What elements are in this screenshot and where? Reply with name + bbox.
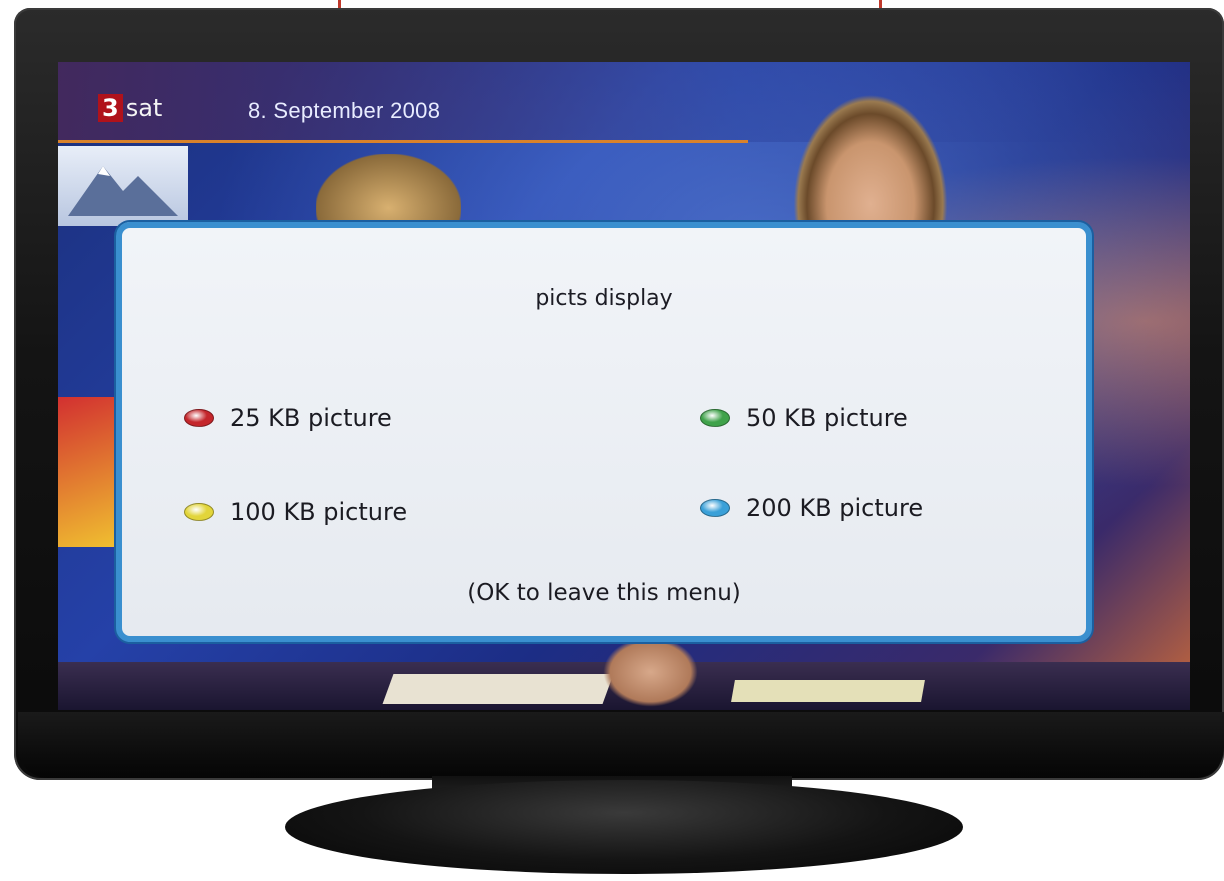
background-mountain-logo: [58, 146, 188, 226]
channel-logo-text: sat: [125, 94, 163, 122]
dialog-title: picts display: [535, 286, 673, 311]
blue-button-icon: [700, 499, 730, 517]
option-100kb[interactable]: 100 KB picture: [184, 498, 407, 526]
tv-bezel-lower: [18, 712, 1224, 778]
broadcast-date: 8. September 2008: [248, 98, 441, 123]
option-label: 200 KB picture: [746, 494, 924, 522]
option-25kb[interactable]: 25 KB picture: [184, 404, 392, 432]
broadcast-header: [58, 62, 1190, 142]
option-label: 25 KB picture: [230, 404, 392, 432]
footer-hint: (OK to leave this menu): [467, 580, 741, 606]
desk-papers: [382, 674, 614, 704]
background-art: [58, 397, 118, 547]
tv-stand: [285, 780, 963, 874]
header-rule: [58, 140, 748, 143]
channel-logo: 3 sat: [98, 94, 162, 122]
option-200kb[interactable]: 200 KB picture: [700, 494, 923, 522]
red-button-icon: [184, 409, 214, 427]
yellow-button-icon: [184, 503, 214, 521]
green-button-icon: [700, 409, 730, 427]
option-label: 100 KB picture: [230, 498, 408, 526]
option-50kb[interactable]: 50 KB picture: [700, 404, 908, 432]
anchor-hands: [603, 637, 698, 707]
picts-display-dialog: picts display 25 KB picture 50 KB pictur…: [116, 222, 1092, 642]
desk-papers-right: [731, 680, 925, 702]
option-label: 50 KB picture: [746, 404, 908, 432]
channel-logo-number: 3: [98, 94, 123, 122]
